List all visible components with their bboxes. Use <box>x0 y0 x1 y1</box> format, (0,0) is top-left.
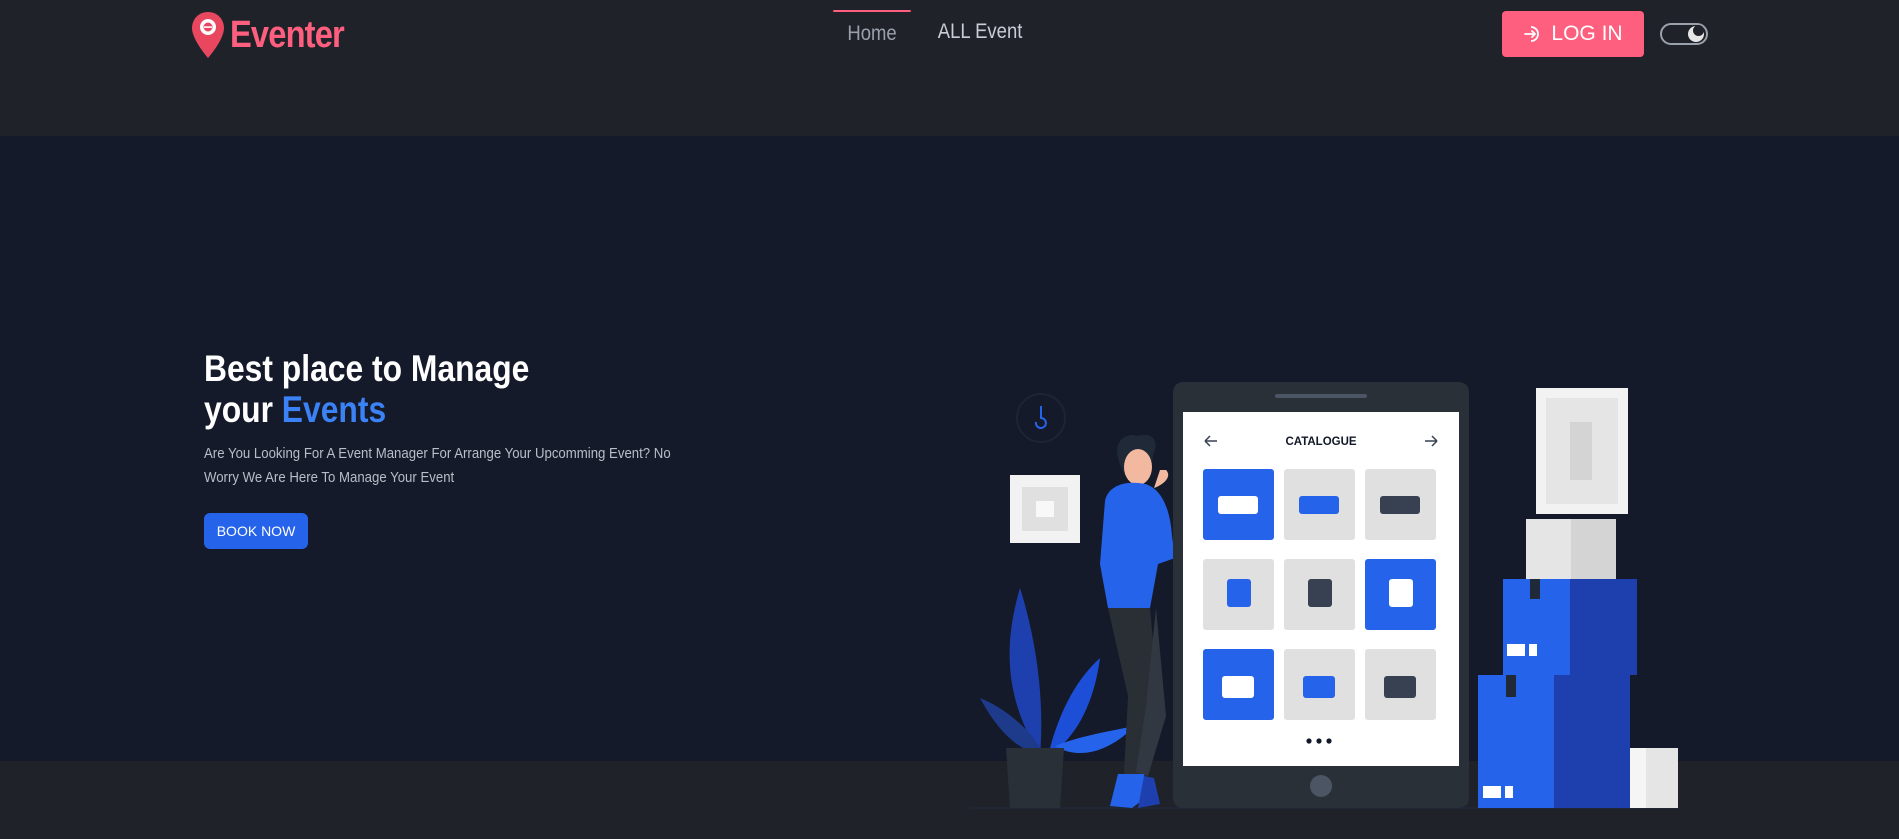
login-button[interactable]: LOG IN <box>1502 11 1644 57</box>
theme-toggle[interactable] <box>1660 23 1708 45</box>
tablet-illustration: CATALOGUE <box>1173 382 1469 808</box>
hero-title: Best place to Manage your Events <box>204 348 529 430</box>
moon-icon <box>1688 25 1704 42</box>
boxes-illustration <box>1478 519 1678 808</box>
hero-description: Are You Looking For A Event Manager For … <box>204 445 671 486</box>
hero-title-prefix: your <box>204 389 273 430</box>
login-icon <box>1524 26 1540 42</box>
main-nav: Home ALL Event <box>828 10 1044 50</box>
navbar: Eventer Home ALL Event LOG IN <box>0 0 1899 136</box>
catalogue-title: CATALOGUE <box>1285 436 1356 448</box>
nav-item-all-event[interactable]: ALL Event <box>924 10 1037 50</box>
book-now-button[interactable]: BOOK NOW <box>204 513 308 549</box>
login-label: LOG IN <box>1551 22 1623 45</box>
hero-section: Best place to Manage your Events Are You… <box>0 136 1899 809</box>
hero-title-accent: Events <box>281 389 387 430</box>
map-pin-icon <box>192 12 224 58</box>
nav-item-home[interactable]: Home <box>833 10 911 50</box>
clock-icon <box>1016 393 1066 443</box>
hero-title-line1: Best place to Manage <box>204 348 530 389</box>
brand-name: Eventer <box>230 13 345 56</box>
hero-illustration: CATALOGUE <box>970 382 1680 809</box>
person-illustration <box>1100 434 1175 808</box>
brand-logo[interactable]: Eventer <box>190 10 362 60</box>
